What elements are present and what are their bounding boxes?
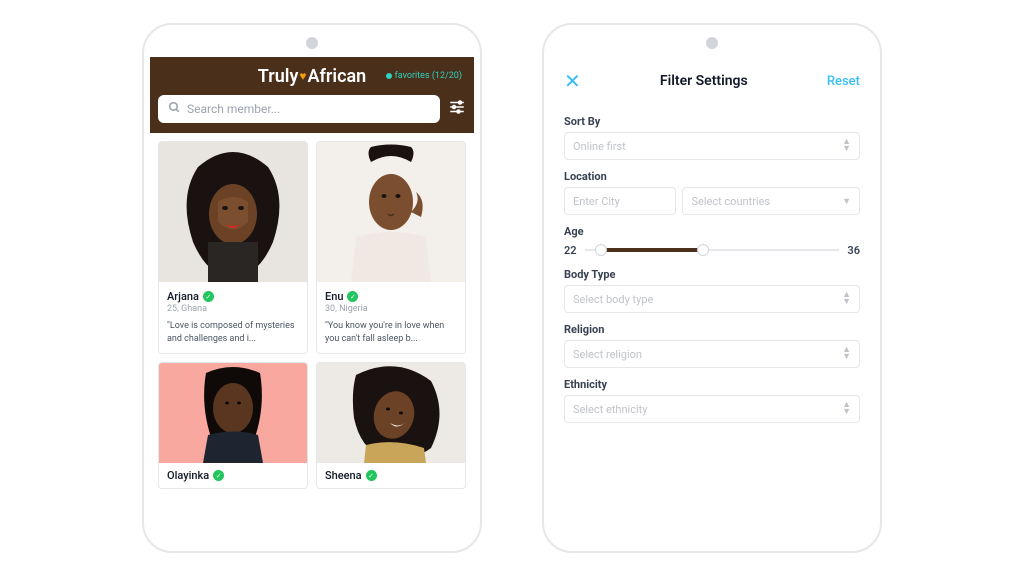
- brand-logo: Truly♥African: [258, 66, 366, 87]
- bodytype-label: Body Type: [564, 268, 860, 281]
- chevron-down-icon: ▼: [842, 196, 851, 207]
- verified-icon: ✓: [203, 291, 214, 302]
- search-icon: [168, 101, 181, 117]
- phone-filter: ✕ Filter Settings Reset Sort By Online f…: [542, 23, 882, 553]
- countries-select[interactable]: Select countries ▼: [682, 187, 860, 215]
- filter-body: Sort By Online first ▲▼ Location Enter C…: [550, 115, 874, 423]
- member-name: Arjana ✓: [167, 290, 299, 303]
- age-min: 22: [564, 244, 577, 257]
- verified-icon: ✓: [366, 470, 377, 481]
- sort-arrows-icon: ▲▼: [842, 139, 851, 153]
- screen-browse: Truly♥African favorites (12/20) Search m…: [150, 57, 474, 545]
- member-card[interactable]: Olayinka ✓: [158, 362, 308, 489]
- close-icon[interactable]: ✕: [564, 69, 581, 93]
- filter-title: Filter Settings: [660, 73, 748, 89]
- sort-arrows-icon: ▲▼: [842, 347, 851, 361]
- member-card[interactable]: Arjana ✓ 25, Ghana "Love is composed of …: [158, 141, 308, 354]
- verified-icon: ✓: [347, 291, 358, 302]
- sort-label: Sort By: [564, 115, 860, 128]
- member-name: Sheena ✓: [325, 469, 457, 482]
- bodytype-select[interactable]: Select body type ▲▼: [564, 285, 860, 313]
- member-meta: 30, Nigeria: [325, 304, 457, 314]
- city-input[interactable]: Enter City: [564, 187, 676, 215]
- location-label: Location: [564, 170, 860, 183]
- member-photo: [159, 142, 307, 282]
- religion-label: Religion: [564, 323, 860, 336]
- online-dot-icon: [386, 73, 392, 79]
- member-photo: [317, 363, 465, 463]
- member-card[interactable]: Sheena ✓: [316, 362, 466, 489]
- slider-handle-max[interactable]: [697, 244, 709, 256]
- member-quote: "Love is composed of mysteries and chall…: [167, 320, 299, 345]
- member-name: Enu ✓: [325, 290, 457, 303]
- sort-arrows-icon: ▲▼: [842, 402, 851, 416]
- ethnicity-select[interactable]: Select ethnicity ▲▼: [564, 395, 860, 423]
- verified-icon: ✓: [213, 470, 224, 481]
- member-grid: Arjana ✓ 25, Ghana "Love is composed of …: [150, 133, 474, 497]
- age-label: Age: [564, 225, 860, 238]
- age-slider[interactable]: [585, 242, 840, 258]
- favorites-indicator[interactable]: favorites (12/20): [386, 71, 462, 81]
- sort-arrows-icon: ▲▼: [842, 292, 851, 306]
- filter-header: ✕ Filter Settings Reset: [550, 57, 874, 105]
- member-quote: "You know you're in love when you can't …: [325, 320, 457, 345]
- app-header: Truly♥African favorites (12/20) Search m…: [150, 57, 474, 133]
- ethnicity-label: Ethnicity: [564, 378, 860, 391]
- member-photo: [159, 363, 307, 463]
- age-max: 36: [847, 244, 860, 257]
- search-input[interactable]: Search member...: [158, 95, 440, 123]
- member-name: Olayinka ✓: [167, 469, 299, 482]
- member-meta: 25, Ghana: [167, 304, 299, 314]
- phone-browse: Truly♥African favorites (12/20) Search m…: [142, 23, 482, 553]
- filter-icon[interactable]: [448, 98, 466, 120]
- reset-button[interactable]: Reset: [827, 74, 860, 89]
- screen-filter: ✕ Filter Settings Reset Sort By Online f…: [550, 57, 874, 545]
- member-photo: [317, 142, 465, 282]
- heart-icon: ♥: [299, 69, 306, 83]
- member-card[interactable]: Enu ✓ 30, Nigeria "You know you're in lo…: [316, 141, 466, 354]
- phone-speaker: [706, 37, 718, 49]
- sort-select[interactable]: Online first ▲▼: [564, 132, 860, 160]
- phone-speaker: [306, 37, 318, 49]
- slider-handle-min[interactable]: [595, 244, 607, 256]
- religion-select[interactable]: Select religion ▲▼: [564, 340, 860, 368]
